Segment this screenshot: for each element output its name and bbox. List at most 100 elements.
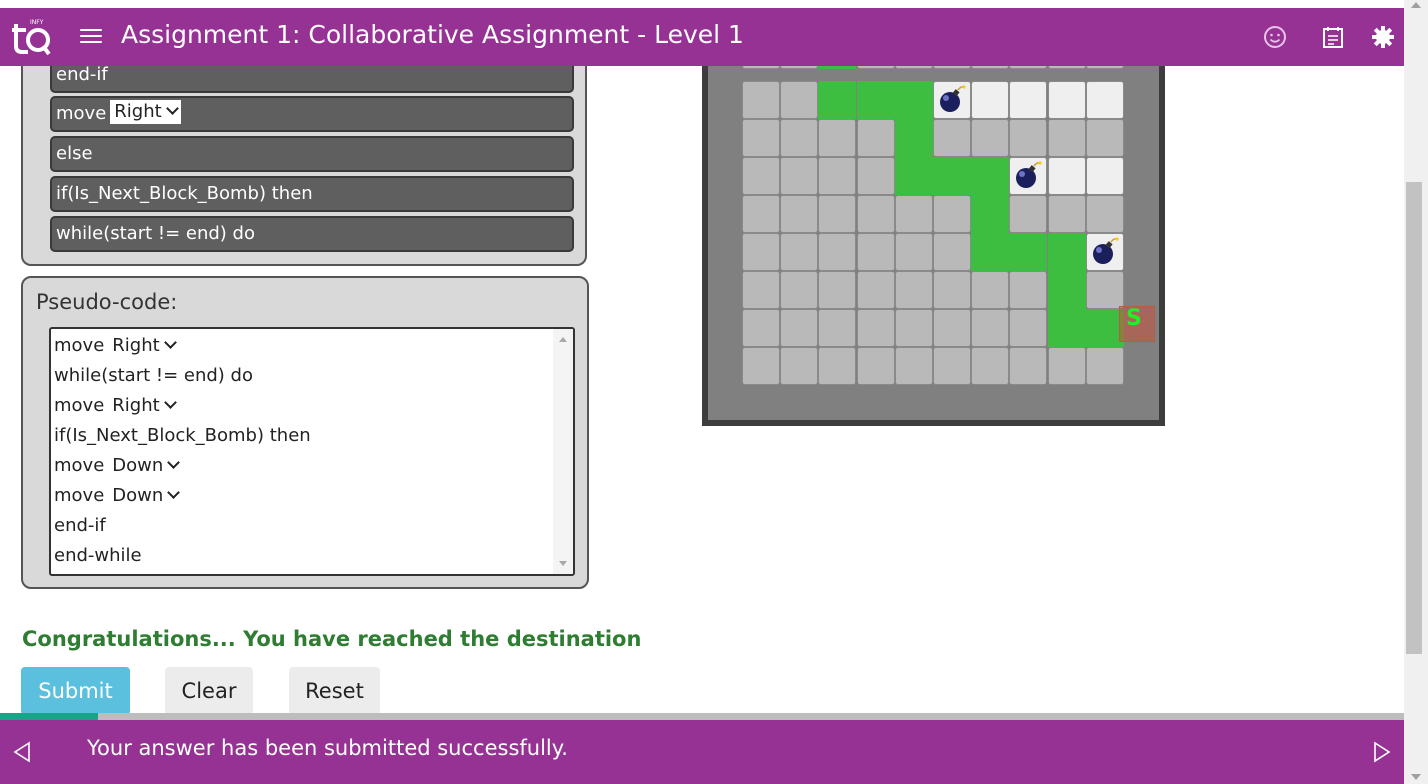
bomb-icon: [1016, 161, 1042, 188]
grid-cell: [742, 81, 780, 119]
block-else[interactable]: else: [50, 136, 574, 172]
grid-cell: [780, 157, 819, 195]
footer-message: Your answer has been submitted successfu…: [87, 736, 568, 760]
chevron-down-icon: [163, 336, 177, 349]
smiley-icon[interactable]: [1262, 24, 1288, 50]
direction-select[interactable]: Right: [110, 100, 181, 124]
grid-cell: [742, 271, 780, 309]
grid-cell: [780, 309, 819, 347]
grid-cell: [818, 119, 857, 157]
pseudo-line[interactable]: end-if: [54, 515, 106, 536]
pseudo-line-text: while(start != end) do: [54, 365, 253, 386]
grid-cell: [933, 195, 971, 233]
grid-cell: [971, 347, 1010, 385]
grid-cell: [856, 233, 895, 271]
status-message: Congratulations... You have reached the …: [22, 627, 642, 651]
grid-cell: [780, 271, 819, 309]
block-label: while(start != end) do: [56, 223, 255, 244]
grid-cell: [856, 309, 895, 347]
scroll-down-icon[interactable]: [1411, 774, 1421, 780]
pseudo-line-text: end-while: [54, 545, 142, 566]
grid-cell: [1009, 195, 1048, 233]
block-label: end-if: [56, 64, 108, 85]
path-cell: [894, 119, 933, 157]
chevron-down-icon: [167, 456, 181, 469]
hamburger-menu-icon[interactable]: [80, 25, 102, 47]
grid-cell: [856, 157, 895, 195]
grid-cell: [894, 195, 933, 233]
submit-button[interactable]: Submit: [21, 667, 130, 715]
grid-cell: [933, 347, 971, 385]
pseudo-code-panel: Pseudo-code: move Right while(start != en…: [21, 276, 589, 589]
grid-cell: [1047, 81, 1086, 119]
gear-icon[interactable]: [1370, 24, 1396, 50]
block-label: else: [56, 143, 93, 164]
scroll-up-icon[interactable]: [559, 337, 567, 342]
pseudo-line-text: if(Is_Next_Block_Bomb) then: [54, 425, 311, 446]
pseudo-line-text: move: [54, 455, 105, 476]
direction-select-value: Down: [112, 485, 164, 506]
pseudo-code-scrollbar[interactable]: [553, 329, 573, 574]
scroll-down-icon[interactable]: [559, 561, 567, 566]
page-scrollbar[interactable]: [1404, 0, 1428, 784]
triangle-left-icon[interactable]: [12, 741, 32, 763]
block-if-bomb[interactable]: if(Is_Next_Block_Bomb) then: [50, 176, 574, 212]
direction-select[interactable]: Down: [112, 455, 181, 476]
grid-cell: [894, 347, 933, 385]
grid-cell: [1085, 157, 1124, 195]
direction-select[interactable]: Down: [112, 485, 181, 506]
pseudo-code-title: Pseudo-code:: [36, 290, 178, 314]
path-cell: [1009, 233, 1048, 271]
grid-cell: [894, 271, 933, 309]
pseudo-line[interactable]: move Down: [54, 455, 181, 476]
direction-select[interactable]: Right: [112, 335, 177, 356]
logo-text: INFY: [30, 19, 44, 26]
grid-cell: [1009, 309, 1048, 347]
reset-button[interactable]: Reset: [289, 667, 380, 715]
tq-logo-icon[interactable]: INFY: [10, 18, 52, 58]
code-blocks-panel: end-if move Right else if(Is_Next_Block_B…: [21, 40, 587, 266]
block-while[interactable]: while(start != end) do: [50, 216, 574, 252]
grid-cell: [1009, 271, 1048, 309]
grid-cell: [1009, 119, 1048, 157]
grid-cell: [780, 347, 819, 385]
grid-cell: [971, 119, 1010, 157]
grid-cell: [780, 195, 819, 233]
path-cell: [971, 233, 1010, 271]
grid-cell: [742, 309, 780, 347]
grid-cell: [1047, 119, 1086, 157]
path-cell: [1047, 309, 1086, 347]
grid-cell: [818, 157, 857, 195]
pseudo-line[interactable]: move Down: [54, 485, 181, 506]
pseudo-line[interactable]: move Right: [54, 335, 177, 356]
pseudo-line[interactable]: move Right: [54, 395, 177, 416]
grid-cell: [780, 81, 819, 119]
triangle-right-icon[interactable]: [1372, 741, 1392, 763]
grid-cell: [1085, 195, 1124, 233]
grid-cell: [856, 271, 895, 309]
path-cell: [971, 157, 1010, 195]
calendar-icon[interactable]: [1320, 24, 1346, 50]
scrollbar-thumb[interactable]: [1406, 182, 1422, 654]
block-label: if(Is_Next_Block_Bomb) then: [56, 183, 313, 204]
direction-select[interactable]: Right: [112, 395, 177, 416]
grid-cell: [856, 347, 895, 385]
grid-cell: [856, 119, 895, 157]
block-move[interactable]: move Right: [50, 96, 574, 132]
grid-cell: [780, 119, 819, 157]
grid-cell: [1085, 271, 1124, 309]
clear-button[interactable]: Clear: [165, 667, 253, 715]
pseudo-line[interactable]: if(Is_Next_Block_Bomb) then: [54, 425, 311, 446]
grid-cell: [818, 271, 857, 309]
pseudo-line[interactable]: end-while: [54, 545, 142, 566]
path-cell: [894, 157, 933, 195]
grid-cell: [1009, 81, 1048, 119]
grid-cell: [856, 195, 895, 233]
pseudo-line[interactable]: while(start != end) do: [54, 365, 253, 386]
page-title: Assignment 1: Collaborative Assignment -…: [121, 20, 744, 49]
pseudo-code-list[interactable]: move Right while(start != end) do move Rig…: [49, 327, 575, 576]
scroll-up-icon[interactable]: [1411, 2, 1421, 8]
grid-cell: [894, 233, 933, 271]
grid-cell: [742, 119, 780, 157]
direction-select-value: Right: [112, 335, 160, 356]
